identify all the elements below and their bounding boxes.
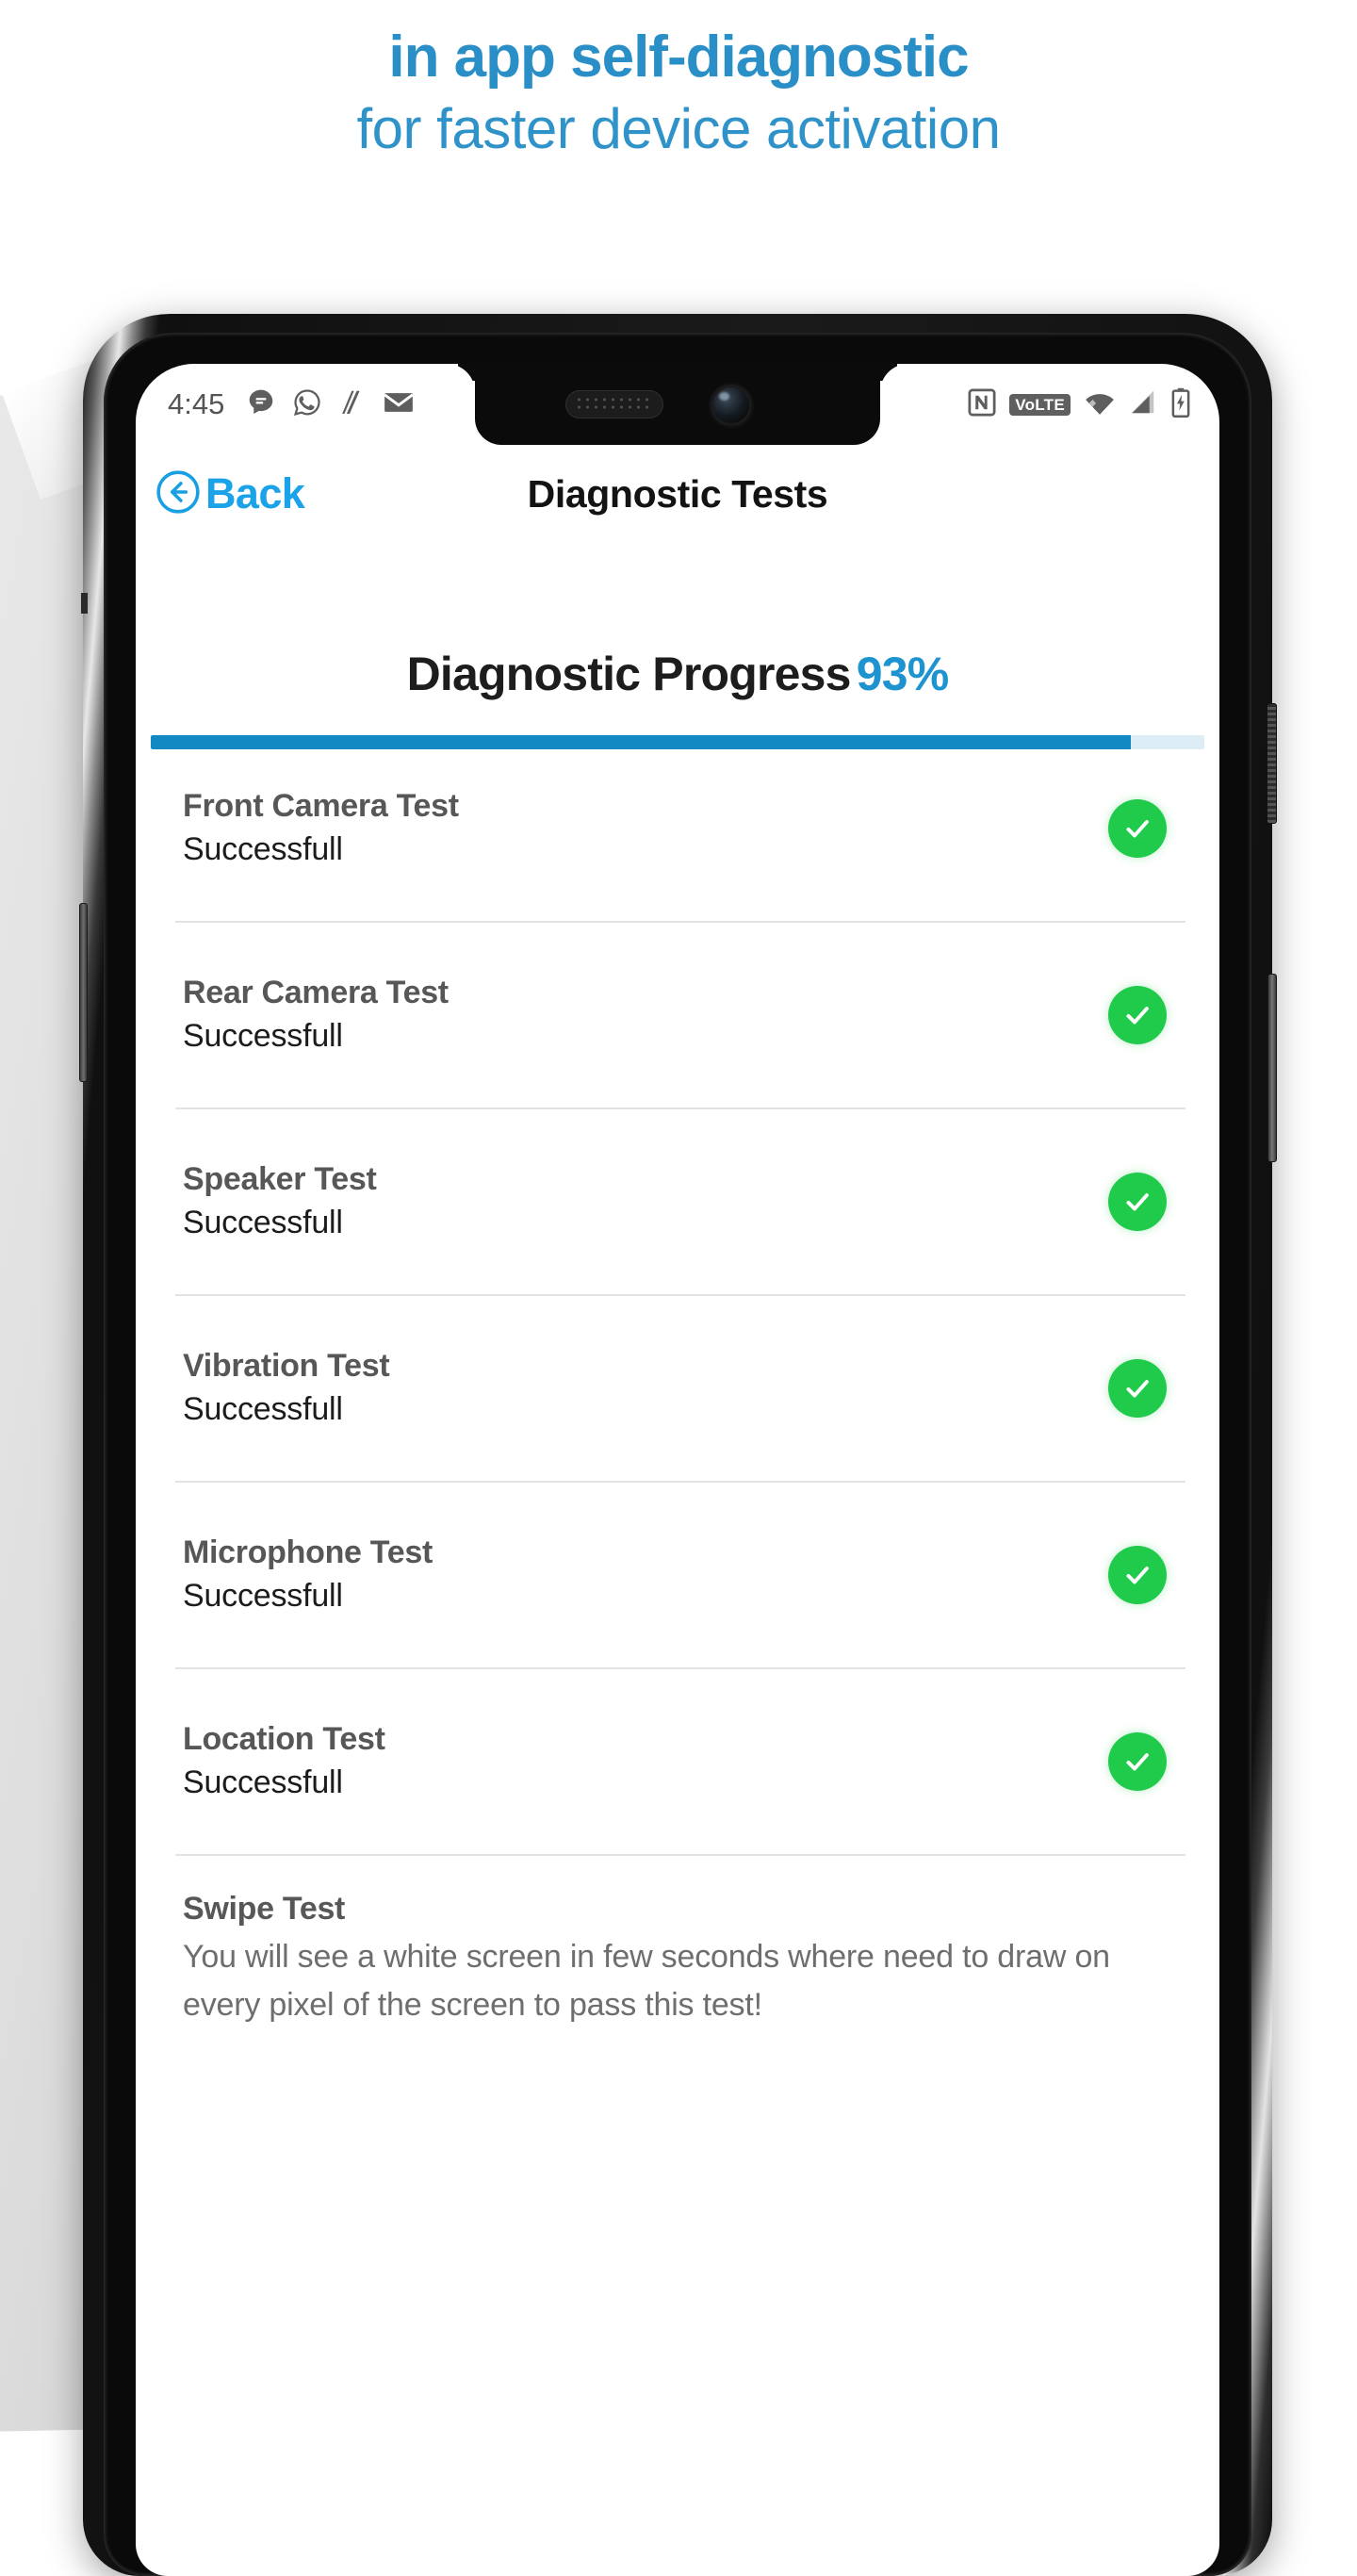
test-name: Swipe Test bbox=[183, 1891, 346, 1927]
status-badge-success bbox=[1108, 986, 1167, 1044]
microphone-hole bbox=[81, 593, 88, 614]
battery-charging-icon bbox=[1170, 387, 1191, 422]
test-row-texts: Rear Camera Test Successfull bbox=[175, 975, 1108, 1054]
test-status: Successfull bbox=[183, 1204, 343, 1240]
back-button-label: Back bbox=[205, 469, 305, 517]
test-row-texts: Vibration Test Successfull bbox=[175, 1348, 1108, 1427]
display-notch bbox=[475, 364, 880, 445]
test-row[interactable]: Vibration Test Successfull bbox=[175, 1296, 1185, 1483]
test-name: Speaker Test bbox=[183, 1161, 377, 1198]
progress-title: Diagnostic Progress 93% bbox=[136, 647, 1219, 701]
progress-bar-fill bbox=[151, 735, 1131, 749]
progress-percent-label: 93% bbox=[856, 648, 949, 700]
power-button[interactable] bbox=[1267, 703, 1277, 824]
test-row[interactable]: Speaker Test Successfull bbox=[175, 1109, 1185, 1296]
volume-rocker-button[interactable] bbox=[1267, 974, 1277, 1162]
test-name: Vibration Test bbox=[183, 1348, 390, 1385]
progress-bar-track bbox=[151, 735, 1204, 749]
app-bar: Back Diagnostic Tests bbox=[136, 445, 1219, 543]
messages-icon bbox=[246, 387, 276, 422]
test-row-texts: Front Camera Test Successfull bbox=[175, 788, 1108, 867]
test-row-texts: Speaker Test Successfull bbox=[175, 1161, 1108, 1240]
sim-tray[interactable] bbox=[79, 903, 88, 1082]
nike-icon bbox=[338, 387, 367, 422]
test-name: Microphone Test bbox=[183, 1534, 433, 1571]
volte-badge: VoLTE bbox=[1009, 393, 1071, 416]
phone-mockup: 4:45 VoLTE Back Diagnostic Tests Diagnos… bbox=[79, 314, 1277, 2576]
back-arrow-circle-icon bbox=[155, 468, 202, 520]
phone-bezel: 4:45 VoLTE Back Diagnostic Tests Diagnos… bbox=[104, 333, 1251, 2576]
earpiece-grille bbox=[575, 396, 654, 413]
nfc-icon bbox=[968, 388, 996, 421]
test-row-texts: Location Test Successfull bbox=[175, 1721, 1108, 1800]
front-camera-lens-icon bbox=[711, 385, 752, 426]
promo-headline-line2: for faster device activation bbox=[356, 97, 1001, 161]
test-status: You will see a white screen in few secon… bbox=[183, 1939, 1110, 2023]
test-row[interactable]: Location Test Successfull bbox=[175, 1669, 1185, 1856]
test-name: Front Camera Test bbox=[183, 788, 459, 825]
wifi-icon bbox=[1084, 388, 1116, 421]
test-row[interactable]: Microphone Test Successfull bbox=[175, 1483, 1185, 1669]
test-name: Rear Camera Test bbox=[183, 975, 449, 1011]
status-badge-success bbox=[1108, 1732, 1167, 1791]
earpiece-speaker-icon bbox=[565, 390, 663, 418]
status-bar-left-group: 4:45 bbox=[168, 387, 415, 422]
test-name: Location Test bbox=[183, 1721, 385, 1758]
status-bar-right-group: VoLTE bbox=[968, 387, 1191, 422]
diagnostic-progress-section: Diagnostic Progress 93% bbox=[136, 647, 1219, 749]
status-badge-success bbox=[1108, 1173, 1167, 1231]
email-icon bbox=[383, 387, 415, 422]
test-row[interactable]: Swipe Test You will see a white screen i… bbox=[175, 1856, 1185, 2066]
test-status: Successfull bbox=[183, 1017, 343, 1054]
status-badge-success bbox=[1108, 799, 1167, 858]
status-bar-clock: 4:45 bbox=[168, 387, 225, 420]
whatsapp-icon bbox=[292, 387, 322, 422]
promo-headline: in app self-diagnostic for faster device… bbox=[0, 0, 1357, 179]
test-status: Successfull bbox=[183, 1764, 343, 1800]
cellular-signal-icon bbox=[1129, 388, 1157, 421]
back-button[interactable]: Back bbox=[155, 468, 305, 520]
test-status: Successfull bbox=[183, 1390, 343, 1427]
diagnostic-test-list: Front Camera Test Successfull Rear Camer… bbox=[136, 736, 1219, 2066]
status-badge-success bbox=[1108, 1546, 1167, 1604]
test-row[interactable]: Rear Camera Test Successfull bbox=[175, 923, 1185, 1109]
phone-screen: 4:45 VoLTE Back Diagnostic Tests Diagnos… bbox=[136, 364, 1219, 2576]
test-row-texts: Swipe Test You will see a white screen i… bbox=[175, 1891, 1167, 2028]
test-row[interactable]: Front Camera Test Successfull bbox=[175, 736, 1185, 923]
test-status: Successfull bbox=[183, 830, 343, 867]
test-status: Successfull bbox=[183, 1577, 343, 1614]
promo-headline-line1: in app self-diagnostic bbox=[388, 25, 969, 90]
status-badge-success bbox=[1108, 1359, 1167, 1418]
test-row-texts: Microphone Test Successfull bbox=[175, 1534, 1108, 1614]
progress-title-text: Diagnostic Progress bbox=[406, 648, 852, 700]
